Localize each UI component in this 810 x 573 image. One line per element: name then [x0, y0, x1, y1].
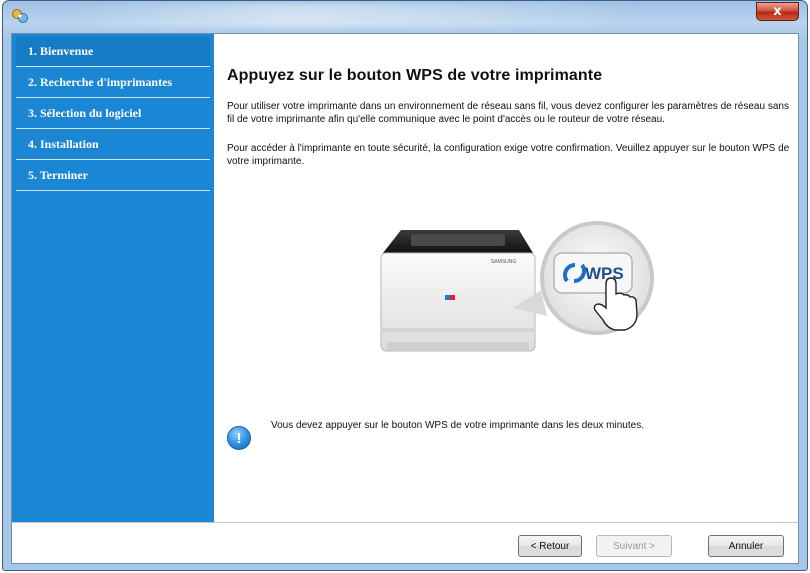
notice-text: Vous devez appuyer sur le bouton WPS de …: [271, 420, 644, 431]
cancel-button-label: Annuler: [728, 540, 764, 552]
sidebar-step-recherche: 2. Recherche d'imprimantes: [16, 68, 210, 98]
printer-brand-label: SAMSUNG: [491, 259, 516, 265]
cancel-button[interactable]: Annuler: [708, 535, 784, 557]
steps-sidebar: 1. Bienvenue 2. Recherche d'imprimantes …: [12, 34, 214, 522]
sidebar-step-terminer: 5. Terminer: [16, 161, 210, 191]
installer-app-icon: [12, 9, 28, 23]
title-bar-glow: [63, 3, 643, 27]
installer-window: x 1. Bienvenue 2. Recherche d'imprimante…: [2, 0, 808, 571]
printer-wps-illustration: SAMSUNG WPS: [380, 221, 654, 352]
info-icon: !: [227, 426, 251, 450]
close-icon: x: [773, 4, 782, 19]
button-bar: < Retour Suivant > Annuler: [12, 522, 798, 563]
sidebar-step-selection: 3. Sélection du logiciel: [16, 99, 210, 129]
intro-paragraph: Pour utiliser votre imprimante dans un e…: [227, 101, 789, 125]
page-title: Appuyez sur le bouton WPS de votre impri…: [227, 67, 603, 84]
wps-button-label: WPS: [585, 264, 624, 283]
next-button[interactable]: Suivant >: [596, 535, 672, 557]
printer-image: [380, 230, 536, 352]
confirmation-paragraph: Pour accéder à l'imprimante en toute séc…: [227, 143, 790, 167]
close-button[interactable]: x: [756, 2, 799, 21]
dialog-client-area: 1. Bienvenue 2. Recherche d'imprimantes …: [11, 33, 799, 564]
title-bar[interactable]: x: [3, 1, 807, 35]
sidebar-step-bienvenue: 1. Bienvenue: [16, 37, 210, 67]
back-button[interactable]: < Retour: [518, 535, 582, 557]
back-button-label: < Retour: [530, 540, 570, 552]
next-button-label: Suivant >: [613, 540, 655, 552]
sidebar-step-installation: 4. Installation: [16, 130, 210, 160]
main-content: Appuyez sur le bouton WPS de votre impri…: [214, 34, 798, 522]
